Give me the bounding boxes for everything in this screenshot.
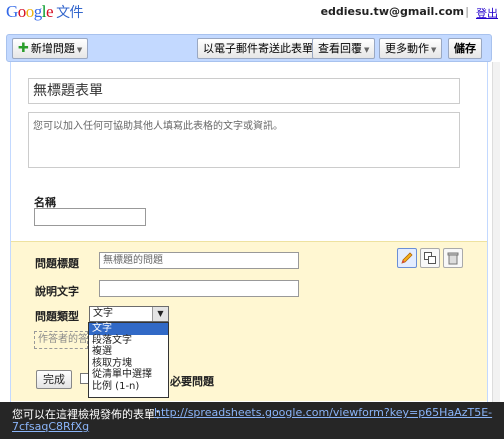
logo-letter: o <box>17 2 27 21</box>
published-form-bar: 您可以在這裡檢視發佈的表單： http://spreadsheets.googl… <box>0 402 504 439</box>
question-title-input[interactable]: 無標題的問題 <box>99 252 299 269</box>
type-option-text[interactable]: 文字 <box>89 323 168 335</box>
header-separator: | <box>465 5 469 18</box>
form-title-input[interactable]: 無標題表單 <box>28 78 460 104</box>
required-question-label: 必要問題 <box>170 375 214 388</box>
add-question-label: 新增問題 <box>30 42 75 55</box>
type-option-scale[interactable]: 比例 (1-n) <box>89 381 168 393</box>
signout-link[interactable]: 登出 <box>476 5 498 21</box>
done-button[interactable]: 完成 <box>36 370 72 389</box>
duplicate-icon[interactable] <box>420 248 440 268</box>
more-actions-button[interactable]: 更多動作 ▼ <box>379 38 443 59</box>
plus-icon: ✚ <box>18 41 29 56</box>
question-type-selected: 文字 <box>93 308 113 319</box>
chevron-down-icon: ▼ <box>431 46 437 54</box>
add-question-button[interactable]: ✚ 新增問題 ▼ <box>12 38 89 59</box>
more-actions-label: 更多動作 <box>385 42 429 55</box>
question-type-label: 問題類型 <box>35 310 79 323</box>
type-option-list[interactable]: 從清單中選擇 <box>89 369 168 381</box>
product-name: 文件 <box>56 5 84 21</box>
help-text-input[interactable] <box>99 280 299 297</box>
help-text-label: 說明文字 <box>35 285 79 298</box>
published-form-link[interactable]: http://spreadsheets.google.com/viewform?… <box>154 406 492 419</box>
logo-letter: e <box>46 2 54 21</box>
view-responses-button[interactable]: 查看回覆 ▼ <box>312 38 376 59</box>
logo-letter: G <box>6 2 18 21</box>
scrollbar[interactable] <box>492 62 500 402</box>
chevron-down-icon: ▼ <box>364 46 370 54</box>
user-email: eddiesu.tw@gmail.com <box>320 5 464 18</box>
respondent-answer-preview: 作答者的答 <box>34 331 88 349</box>
save-button[interactable]: 儲存 <box>448 38 482 59</box>
form-toolbar: ✚ 新增問題 ▼ 以電子郵件寄送此表單 查看回覆 ▼ 更多動作 ▼ 儲存 <box>6 34 492 62</box>
trash-icon[interactable] <box>443 248 463 268</box>
google-docs-logo[interactable]: Google 文件 <box>6 2 84 22</box>
edit-pencil-icon[interactable] <box>397 248 417 268</box>
email-form-button[interactable]: 以電子郵件寄送此表單 <box>197 38 319 59</box>
type-option-multiple-choice[interactable]: 複選 <box>89 346 168 358</box>
question-type-dropdown: 文字 段落文字 複選 核取方塊 從清單中選擇 比例 (1-n) <box>88 322 169 398</box>
form-description-input[interactable]: 您可以加入任何可協助其他人填寫此表格的文字或資訊。 <box>28 112 460 168</box>
chevron-down-icon: ▼ <box>152 307 168 321</box>
question-type-select[interactable]: 文字 ▼ <box>89 306 169 322</box>
published-form-link-cont[interactable]: 7cfsaqC8RfXg <box>12 420 89 433</box>
type-option-checkboxes[interactable]: 核取方塊 <box>89 358 168 370</box>
question-title-label: 問題標題 <box>35 257 79 270</box>
logo-letter: g <box>33 2 43 21</box>
view-responses-label: 查看回覆 <box>318 42 362 55</box>
type-option-paragraph[interactable]: 段落文字 <box>89 335 168 347</box>
chevron-down-icon: ▼ <box>76 46 83 54</box>
logo-letter: o <box>25 2 35 21</box>
name-answer-field[interactable] <box>34 208 146 226</box>
